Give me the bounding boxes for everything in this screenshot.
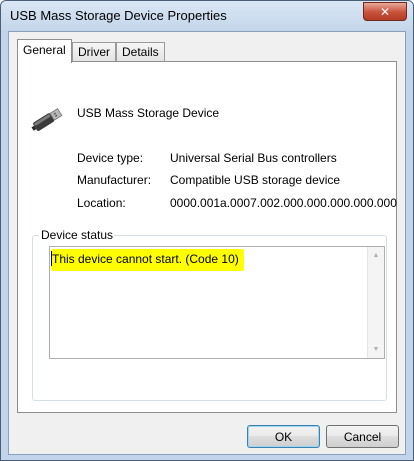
general-tab-panel: USB Mass Storage Device Device type: Uni…	[17, 61, 397, 413]
device-status-label: Device status	[39, 228, 116, 242]
window-title: USB Mass Storage Device Properties	[10, 8, 227, 23]
title-bar[interactable]: USB Mass Storage Device Properties ✕	[1, 1, 413, 31]
tab-details[interactable]: Details	[116, 42, 165, 62]
device-status-textbox[interactable]: This device cannot start. (Code 10) ▲ ▼	[49, 246, 385, 359]
manufacturer-label: Manufacturer:	[77, 173, 152, 187]
device-type-label: Device type:	[77, 151, 144, 165]
location-label: Location:	[77, 196, 126, 210]
vertical-scrollbar[interactable]: ▲ ▼	[367, 247, 384, 358]
device-status-text: This device cannot start. (Code 10)	[51, 249, 244, 271]
scroll-up-arrow-icon[interactable]: ▲	[368, 247, 384, 264]
tab-general[interactable]: General	[17, 39, 72, 63]
scroll-down-arrow-icon[interactable]: ▼	[368, 341, 384, 358]
text-caret	[51, 251, 52, 266]
close-icon: ✕	[379, 4, 391, 19]
dialog-client-area: General Driver Details USB Mass Storage …	[8, 31, 406, 455]
ok-button[interactable]: OK	[247, 425, 320, 448]
manufacturer-value: Compatible USB storage device	[170, 173, 341, 187]
device-name: USB Mass Storage Device	[77, 106, 220, 120]
device-type-value: Universal Serial Bus controllers	[170, 151, 337, 165]
cancel-button[interactable]: Cancel	[326, 425, 399, 448]
properties-dialog: USB Mass Storage Device Properties ✕ Gen…	[0, 0, 414, 461]
tab-driver[interactable]: Driver	[72, 42, 116, 62]
location-value: 0000.001a.0007.002.000.000.000.000.000	[170, 196, 397, 210]
close-button[interactable]: ✕	[363, 2, 407, 21]
usb-device-icon	[31, 108, 63, 131]
